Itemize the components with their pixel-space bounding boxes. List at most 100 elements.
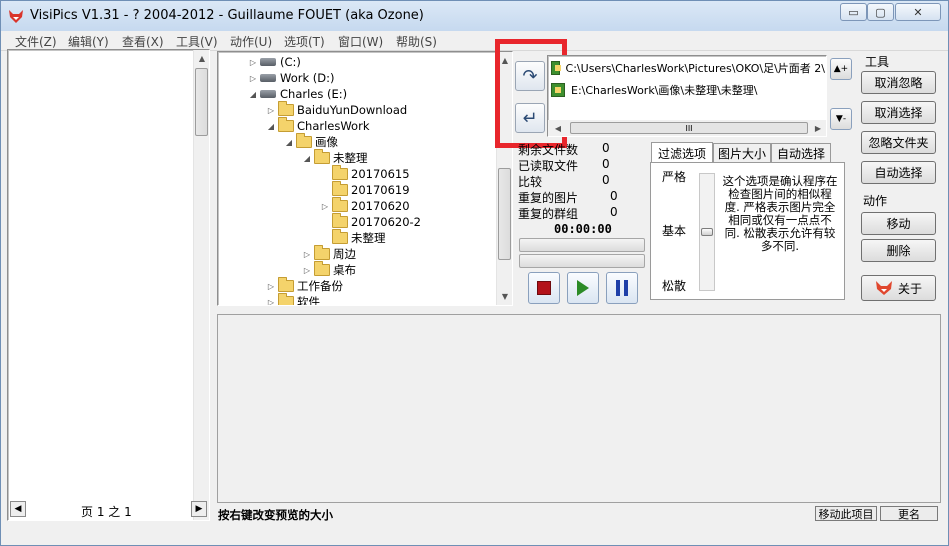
menu-tools[interactable]: 工具(V): [176, 33, 218, 50]
move-button[interactable]: 移动: [861, 212, 936, 235]
folder-icon: [332, 197, 348, 212]
tree-item[interactable]: ◢ Charles (E:): [248, 86, 347, 102]
tree-item[interactable]: ▷ 软件: [266, 293, 320, 306]
path-item[interactable]: E:\CharlesWork\画像\未整理\未整理\: [549, 81, 825, 99]
tree-item[interactable]: ▷ BaiduYunDownload: [266, 101, 407, 118]
scroll-right-icon[interactable]: ▶: [810, 120, 826, 136]
stat-loaded-value: 0: [602, 157, 610, 171]
thumbnail-panel[interactable]: ▲ ▼: [7, 49, 210, 521]
tree-item[interactable]: ▷ 20170620: [320, 197, 410, 214]
scroll-up-icon[interactable]: ▲: [194, 50, 210, 66]
move-item-button[interactable]: 移动此项目: [815, 506, 877, 521]
tree-item[interactable]: ◢ 画像: [284, 133, 338, 150]
play-icon: [577, 280, 589, 296]
collapse-arrow-icon[interactable]: ◢: [248, 90, 258, 99]
folder-icon: [296, 133, 312, 148]
path-item[interactable]: C:\Users\CharlesWork\Pictures\OKO\足\片面者 …: [549, 59, 825, 77]
scroll-thumb[interactable]: [195, 68, 208, 136]
preview-area[interactable]: [217, 314, 941, 503]
auto-select-button[interactable]: 自动选择: [861, 161, 936, 184]
close-button[interactable]: ✕: [895, 3, 941, 21]
expand-arrow-icon[interactable]: ▷: [248, 58, 258, 67]
menu-help[interactable]: 帮助(S): [396, 33, 437, 50]
menu-window[interactable]: 窗口(W): [338, 33, 383, 50]
folder-icon: [314, 245, 330, 260]
tree-item[interactable]: ▷ 工作备份: [266, 277, 343, 294]
expand-arrow-icon[interactable]: ▷: [248, 74, 258, 83]
folder-icon: [278, 293, 294, 305]
menu-options[interactable]: 选项(T): [284, 33, 325, 50]
move-path-up-button[interactable]: ▲+: [830, 58, 852, 80]
expand-arrow-icon[interactable]: ▷: [320, 202, 330, 211]
similarity-slider-track[interactable]: [699, 173, 715, 291]
prev-page-button[interactable]: ◀: [10, 501, 26, 517]
about-button[interactable]: 关于: [861, 275, 936, 301]
menu-edit[interactable]: 编辑(Y): [68, 33, 109, 50]
fox-logo-icon: [9, 10, 23, 23]
filter-description: 这个选项是确认程序在检查图片间的相似程度. 严格表示图片完全相同或仅有一点点不同…: [722, 174, 838, 253]
tree-item[interactable]: ▷ 周边: [302, 245, 356, 262]
pause-icon: [616, 280, 628, 296]
scroll-left-icon[interactable]: ◀: [550, 120, 566, 136]
thumbnail-scrollbar[interactable]: ▲ ▼: [193, 50, 209, 520]
expand-arrow-icon[interactable]: ▷: [302, 250, 312, 259]
status-bar: [1, 503, 948, 527]
folder-tree[interactable]: ▷ (C:) ▷ Work (D:) ◢ Charles (E:) ▷ BaiduYun…: [217, 51, 513, 306]
unselect-button[interactable]: 取消选择: [861, 101, 936, 124]
unignore-button[interactable]: 取消忽略: [861, 71, 936, 94]
menu-view[interactable]: 查看(X): [122, 33, 164, 50]
stat-groups-value: 0: [610, 205, 618, 219]
level-strict-label: 严格: [662, 170, 687, 184]
folder-icon: [278, 277, 294, 292]
folder-icon: [332, 213, 348, 228]
delete-button[interactable]: 删除: [861, 239, 936, 262]
menu-actions[interactable]: 动作(U): [230, 33, 272, 50]
minimize-icon: ▭: [848, 5, 859, 19]
pause-button[interactable]: [606, 272, 638, 304]
tree-item[interactable]: ▷ Work (D:): [248, 70, 335, 86]
collapse-arrow-icon[interactable]: ◢: [266, 122, 276, 131]
tree-item[interactable]: ▷ (C:): [248, 54, 301, 70]
minimize-button[interactable]: ▭: [840, 3, 867, 21]
tree-item[interactable]: 20170619: [320, 181, 410, 198]
rename-button[interactable]: 更名: [880, 506, 938, 521]
tab-filter-options[interactable]: 过滤选项: [651, 142, 713, 164]
tree-item[interactable]: ▷ 桌布: [302, 261, 356, 278]
folder-icon: [332, 165, 348, 180]
paths-hscrollbar[interactable]: ◀ III ▶: [548, 120, 826, 136]
tab-image-size[interactable]: 图片大小: [713, 143, 771, 163]
next-page-button[interactable]: ▶: [191, 501, 207, 517]
expand-arrow-icon[interactable]: ▷: [302, 266, 312, 275]
stop-button[interactable]: [528, 272, 560, 304]
move-path-down-button[interactable]: ▼-: [830, 108, 852, 130]
similarity-slider-thumb[interactable]: [701, 228, 713, 236]
expand-arrow-icon[interactable]: ▷: [266, 298, 276, 306]
maximize-button[interactable]: ▢: [867, 3, 894, 21]
scroll-thumb[interactable]: [498, 168, 511, 260]
folder-icon: [314, 149, 330, 164]
tree-item[interactable]: ◢ CharlesWork: [266, 117, 369, 134]
tree-item[interactable]: ◢ 未整理: [302, 149, 368, 166]
progress-bar-1: [519, 238, 645, 252]
drive-icon: [260, 58, 276, 66]
scroll-thumb[interactable]: III: [570, 122, 808, 134]
expand-arrow-icon[interactable]: ▷: [266, 106, 276, 115]
collapse-arrow-icon[interactable]: ◢: [302, 154, 312, 163]
menu-file[interactable]: 文件(Z): [15, 33, 57, 50]
tree-item[interactable]: 未整理: [320, 229, 386, 246]
stat-loaded-label: 已读取文件: [518, 159, 579, 173]
play-button[interactable]: [567, 272, 599, 304]
page-indicator: 页 1 之 1: [81, 505, 132, 519]
maximize-icon: ▢: [875, 5, 886, 19]
scroll-down-icon[interactable]: ▼: [497, 288, 512, 304]
left-arrow-icon: ◀: [14, 504, 22, 514]
right-arrow-icon: ▶: [195, 504, 203, 514]
collapse-arrow-icon[interactable]: ◢: [284, 138, 294, 147]
drive-icon: [260, 90, 276, 98]
selected-paths-list[interactable]: C:\Users\CharlesWork\Pictures\OKO\足\片面者 …: [547, 55, 827, 137]
tab-auto-select[interactable]: 自动选择: [771, 143, 831, 163]
tree-item[interactable]: 20170615: [320, 165, 410, 182]
expand-arrow-icon[interactable]: ▷: [266, 282, 276, 291]
ignore-folder-button[interactable]: 忽略文件夹: [861, 131, 936, 154]
tree-item[interactable]: 20170620-2: [320, 213, 421, 230]
